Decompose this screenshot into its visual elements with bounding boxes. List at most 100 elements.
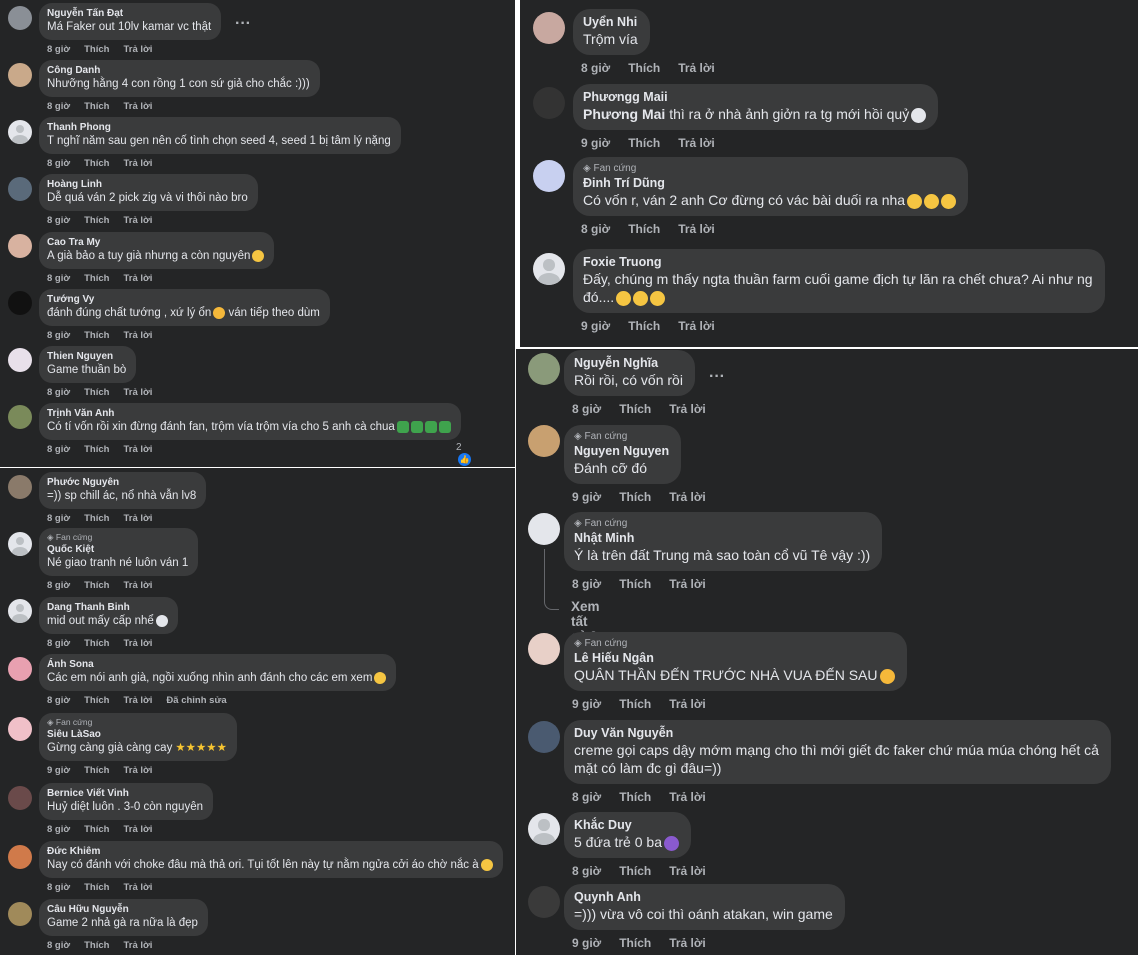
like-button[interactable]: Thích [84, 882, 109, 893]
timestamp[interactable]: 8 giờ [47, 44, 70, 55]
like-button[interactable]: Thích [84, 824, 109, 835]
timestamp[interactable]: 8 giờ [47, 387, 70, 398]
timestamp[interactable]: 8 giờ [47, 695, 70, 706]
user-avatar[interactable] [528, 886, 560, 918]
timestamp[interactable]: 8 giờ [47, 824, 70, 835]
commenter-name[interactable]: Foxie Truong [583, 254, 1093, 270]
reply-button[interactable]: Trả lời [123, 273, 152, 284]
user-avatar[interactable] [8, 291, 32, 315]
timestamp[interactable]: 9 giờ [572, 936, 601, 950]
reply-button[interactable]: Trả lời [123, 215, 152, 226]
reply-button[interactable]: Trả lời [123, 824, 152, 835]
commenter-name[interactable]: Đinh Trí Dũng [583, 175, 956, 191]
like-button[interactable]: Thích [84, 387, 109, 398]
like-button[interactable]: Thích [84, 330, 109, 341]
reply-button[interactable]: Trả lời [678, 319, 715, 333]
like-button[interactable]: Thích [84, 695, 109, 706]
user-avatar[interactable] [528, 721, 560, 753]
like-button[interactable]: Thích [84, 215, 109, 226]
reply-button[interactable]: Trả lời [123, 765, 152, 776]
user-avatar[interactable] [533, 87, 565, 119]
user-avatar[interactable] [528, 425, 560, 457]
user-avatar[interactable] [528, 513, 560, 545]
like-button[interactable]: Thích [619, 697, 651, 711]
reply-button[interactable]: Trả lời [678, 136, 715, 150]
commenter-name[interactable]: Quốc Kiệt [47, 543, 188, 556]
like-button[interactable]: Thích [628, 136, 660, 150]
user-avatar[interactable] [528, 633, 560, 665]
like-button[interactable]: Thích [619, 936, 651, 950]
user-avatar[interactable] [528, 813, 560, 845]
like-button[interactable]: Thích [84, 273, 109, 284]
timestamp[interactable]: 9 giờ [47, 765, 70, 776]
commenter-name[interactable]: Duy Văn Nguyễn [574, 725, 1099, 741]
user-avatar[interactable] [8, 234, 32, 258]
user-avatar[interactable] [8, 475, 32, 499]
commenter-name[interactable]: Thien Nguyen [47, 350, 126, 363]
user-avatar[interactable] [8, 177, 32, 201]
like-button[interactable]: Thích [84, 101, 109, 112]
reply-button[interactable]: Trả lời [123, 638, 152, 649]
reply-button[interactable]: Trả lời [123, 387, 152, 398]
like-button[interactable]: Thích [628, 61, 660, 75]
commenter-name[interactable]: Công Danh [47, 64, 310, 77]
like-button[interactable]: Thích [84, 580, 109, 591]
commenter-name[interactable]: Dang Thanh Binh [47, 601, 168, 614]
like-button[interactable]: Thích [84, 765, 109, 776]
commenter-name[interactable]: Nguyễn Nghĩa [574, 355, 683, 371]
like-button[interactable]: Thích [84, 44, 109, 55]
reply-button[interactable]: Trả lời [123, 580, 152, 591]
timestamp[interactable]: 8 giờ [572, 790, 601, 804]
reply-button[interactable]: Trả lời [123, 695, 152, 706]
timestamp[interactable]: 8 giờ [47, 101, 70, 112]
mentioned-user-tag[interactable]: Phương Mai [583, 106, 665, 122]
timestamp[interactable]: 8 giờ [47, 444, 70, 455]
user-avatar[interactable] [8, 63, 32, 87]
timestamp[interactable]: 8 giờ [581, 61, 610, 75]
timestamp[interactable]: 8 giờ [47, 940, 70, 951]
commenter-name[interactable]: Khắc Duy [574, 817, 679, 833]
reply-button[interactable]: Trả lời [669, 864, 706, 878]
user-avatar[interactable] [533, 12, 565, 44]
like-button[interactable]: Thích [619, 577, 651, 591]
reply-button[interactable]: Trả lời [669, 490, 706, 504]
reply-button[interactable]: Trả lời [123, 330, 152, 341]
reply-button[interactable]: Trả lời [123, 44, 152, 55]
commenter-name[interactable]: Nhật Minh [574, 530, 870, 546]
timestamp[interactable]: 8 giờ [581, 222, 610, 236]
reply-button[interactable]: Trả lời [678, 61, 715, 75]
reply-button[interactable]: Trả lời [123, 101, 152, 112]
commenter-name[interactable]: Hoàng Linh [47, 178, 248, 191]
commenter-name[interactable]: Uyển Nhi [583, 14, 638, 30]
reply-button[interactable]: Trả lời [123, 158, 152, 169]
user-avatar[interactable] [8, 599, 32, 623]
like-button[interactable]: Thích [619, 490, 651, 504]
user-avatar[interactable] [8, 532, 32, 556]
reply-button[interactable]: Trả lời [669, 697, 706, 711]
timestamp[interactable]: 8 giờ [47, 330, 70, 341]
reaction-count[interactable]: 2👍 [456, 442, 471, 466]
reply-button[interactable]: Trả lời [123, 444, 152, 455]
timestamp[interactable]: 9 giờ [581, 136, 610, 150]
commenter-name[interactable]: Nguyen Nguyen [574, 443, 669, 459]
commenter-name[interactable]: Phước Nguyên [47, 476, 196, 489]
timestamp[interactable]: 8 giờ [47, 513, 70, 524]
user-avatar[interactable] [533, 160, 565, 192]
timestamp[interactable]: 8 giờ [47, 638, 70, 649]
reply-button[interactable]: Trả lời [669, 790, 706, 804]
timestamp[interactable]: 8 giờ [47, 215, 70, 226]
user-avatar[interactable] [8, 902, 32, 926]
commenter-name[interactable]: Cao Tra My [47, 236, 264, 249]
like-button[interactable]: Thích [628, 222, 660, 236]
reply-button[interactable]: Trả lời [123, 513, 152, 524]
commenter-name[interactable]: Siêu LàSao [47, 728, 227, 741]
commenter-name[interactable]: Câu Hữu Nguyễn [47, 903, 198, 916]
commenter-name[interactable]: Đức Khiêm [47, 845, 493, 858]
timestamp[interactable]: 8 giờ [47, 273, 70, 284]
reply-button[interactable]: Trả lời [669, 936, 706, 950]
commenter-name[interactable]: Bernice Viết Vinh [47, 787, 203, 800]
like-button[interactable]: Thích [619, 402, 651, 416]
user-avatar[interactable] [8, 717, 32, 741]
timestamp[interactable]: 8 giờ [572, 577, 601, 591]
reply-button[interactable]: Trả lời [123, 882, 152, 893]
